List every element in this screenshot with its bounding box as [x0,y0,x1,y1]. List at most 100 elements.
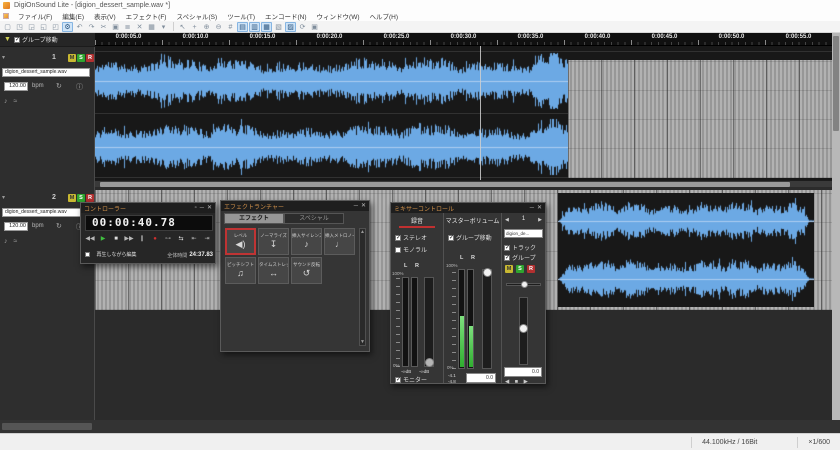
menu-item[interactable]: ヘルプ(H) [365,11,404,21]
menu-item[interactable]: ツール(T) [222,11,260,21]
play-button[interactable]: ▶ [97,234,109,244]
paste-button[interactable]: ≣ [122,22,133,32]
horizontal-scrollbar-thumb[interactable] [100,182,790,187]
strip-fader-knob[interactable] [519,324,528,333]
playhead-cursor[interactable] [480,46,481,180]
minimize-icon[interactable]: ─ [530,204,534,212]
vertical-scrollbar[interactable] [832,33,840,420]
pointer-tool-button[interactable]: ↖ [177,22,188,32]
effect-reverse-button[interactable]: サウンド反転 ↺ [291,257,322,284]
pan-knob[interactable] [521,281,528,288]
solo-button[interactable]: S [77,194,85,202]
scroll-down-icon[interactable]: ▼ [360,339,365,345]
track-1-waveform-lane[interactable] [95,46,832,180]
info-icon[interactable]: ⓘ [76,82,83,92]
effect-level-button[interactable]: レベル ◀) [225,228,256,255]
record-arm-button[interactable]: R [86,54,94,62]
new-button[interactable]: ▢ [2,22,13,32]
strip-record-button[interactable]: R [527,265,535,273]
jump-start-button[interactable]: ⇤ [188,234,200,244]
menu-item[interactable]: ウィンドウ(W) [312,11,365,21]
save-as-button[interactable]: ◱ [38,22,49,32]
menu-item[interactable]: 編集(E) [57,11,89,21]
track-2-audio-clip[interactable] [558,193,814,307]
view-waveform-button[interactable]: ▤ [237,22,248,32]
minimize-icon[interactable]: ─ [354,202,358,210]
select-all-button[interactable]: ▦ [146,22,157,32]
more-dropdown[interactable]: ▾ [158,22,169,32]
track-select-dropdown[interactable]: digion_de... [504,229,543,238]
menu-item[interactable]: 表示(V) [89,11,121,21]
effect-insert-metronome-button[interactable]: 挿入メトロノーム ♩ [324,228,355,255]
strip-fader[interactable] [519,297,528,365]
refresh-bpm-icon[interactable]: ↻ [56,222,62,230]
strip-track-checkbox[interactable]: ✓トラック [504,243,536,252]
timeline-ruler[interactable]: 0:00:05.00:00:10.00:00:15.00:00:20.00:00… [95,33,832,46]
track-option-icons[interactable]: ♪≈ [4,98,23,105]
redo-button[interactable]: ↷ [86,22,97,32]
menu-item[interactable]: ファイル(F) [13,11,57,21]
track-expander-icon[interactable]: ▾ [2,194,5,201]
track-expander-icon[interactable]: ▾ [2,54,5,61]
track-1-right-channel-waveform[interactable] [95,118,568,176]
master-fader-knob[interactable] [483,268,492,277]
strip-nav-buttons[interactable]: ◀ ■ ▶ [505,379,530,385]
close-icon[interactable]: ✕ [537,204,542,212]
pin-icon[interactable]: ▫ [195,204,197,212]
tab-special[interactable]: スペシャル [284,213,344,224]
track-name-input[interactable]: digion_dessert_sample.wav [2,68,90,77]
bottom-scroll-thumb[interactable] [2,423,92,430]
zoom-out-button[interactable]: ⊖ [213,22,224,32]
record-fader[interactable] [424,277,434,367]
filter-icon[interactable]: ▼ [4,36,11,43]
refresh-button[interactable]: ⟳ [297,22,308,32]
launcher-title-bar[interactable]: エフェクトランチャー ─ ✕ [221,201,369,211]
view-launcher-button[interactable]: ▧ [273,22,284,32]
zoom-in-button[interactable]: ⊕ [201,22,212,32]
effect-time-stretch-button[interactable]: タイムストレッチ ↔ [258,257,289,284]
track-name-input[interactable]: digion_dessert_sample.wav [2,208,90,217]
master-value-input[interactable]: 0.0 [466,373,496,383]
view-tracks-button[interactable]: ▥ [249,22,260,32]
save-button[interactable]: ◲ [26,22,37,32]
minimize-icon[interactable]: ─ [200,204,204,212]
tab-effects[interactable]: エフェクト [224,213,284,224]
pan-slider[interactable] [506,283,541,286]
menu-item[interactable]: スペシャル(S) [171,11,222,21]
track-1-left-channel-waveform[interactable] [95,52,568,110]
track-2-left-channel-waveform[interactable] [558,197,814,245]
bpm-input[interactable]: 120.00 [4,82,28,91]
grid-button[interactable]: # [225,22,236,32]
effect-insert-silence-button[interactable]: 挿入サイレンス ♪ [291,228,322,255]
next-track-button[interactable]: ▶ [538,217,542,223]
track-2-right-channel-waveform[interactable] [558,255,814,303]
mono-checkbox[interactable]: モノラル [395,245,427,254]
record-button[interactable]: ● [149,234,161,244]
view-mixer-button[interactable]: ▦ [261,22,272,32]
stop-button[interactable]: ■ [110,234,122,244]
controller-title-bar[interactable]: コントローラー ▫ ─ ✕ [81,203,215,213]
record-fader-knob[interactable] [425,358,434,367]
menu-item[interactable]: エフェクト(F) [121,11,172,21]
mute-button[interactable]: M [68,194,76,202]
group-move-checkbox[interactable]: ✓ [14,37,20,43]
fast-forward-button[interactable]: ▶▶ [123,234,135,244]
rewind-button[interactable]: ◀◀ [84,234,96,244]
strip-solo-button[interactable]: S [516,265,524,273]
bpm-input[interactable]: 120.00 [4,222,28,231]
master-group-checkbox[interactable]: ✓グループ移動 [448,233,492,242]
scroll-up-icon[interactable]: ▲ [360,229,365,235]
cut-button[interactable]: ✂ [98,22,109,32]
mute-button[interactable]: M [68,54,76,62]
close-icon[interactable]: ✕ [361,202,366,210]
pause-button[interactable]: ∥ [136,234,148,244]
hand-tool-button[interactable]: + [189,22,200,32]
undo-button[interactable]: ↶ [74,22,85,32]
vertical-scrollbar-thumb[interactable] [833,36,839,131]
edit-while-play-checkbox[interactable]: 再生しながら編集 [85,246,136,264]
menu-item[interactable]: エンコード(N) [260,11,312,21]
record-settings-button[interactable]: ⚙ [62,22,73,32]
panel-toggle-button[interactable]: ▣ [309,22,320,32]
mixer-title-bar[interactable]: ミキサーコントロール ─ ✕ [391,203,545,213]
loop-button[interactable]: ⇆ [175,234,187,244]
